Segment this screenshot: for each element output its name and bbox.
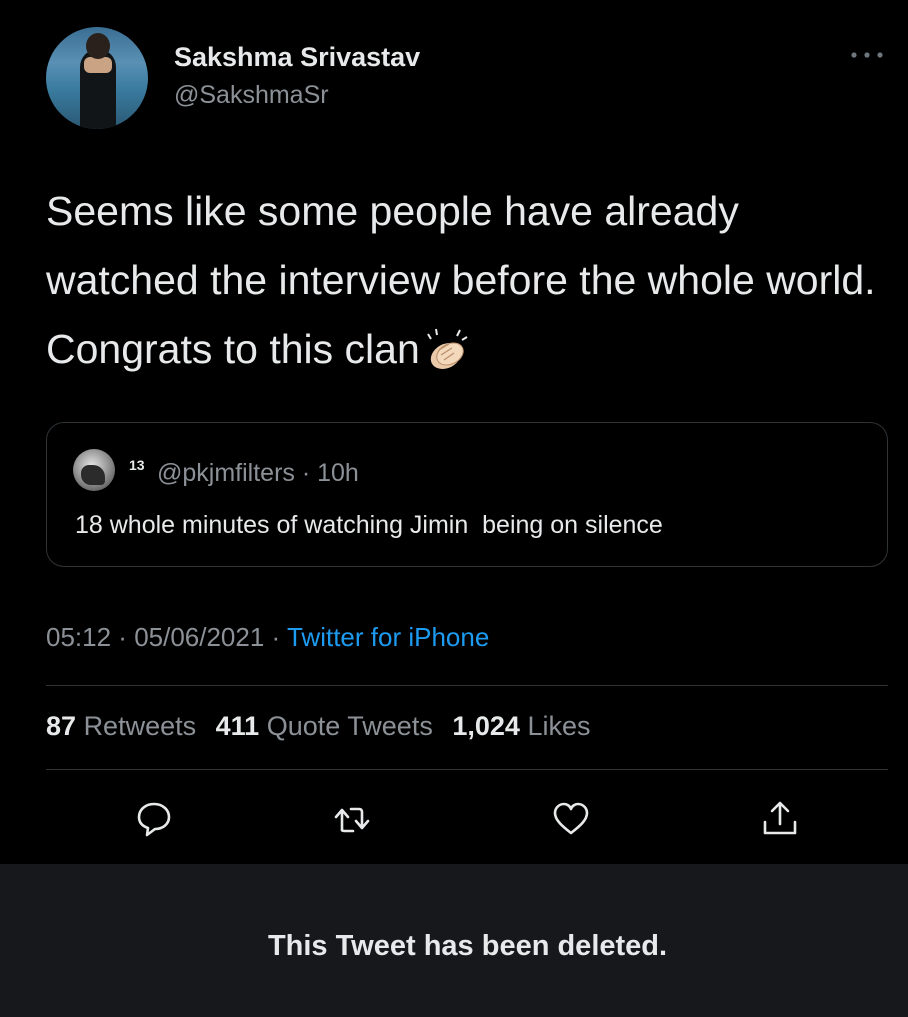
quoted-tweet-handle: @pkjmfilters · 10h (157, 459, 359, 487)
tweet-stats: 87 Retweets 411 Quote Tweets 1,024 Likes (46, 711, 590, 742)
divider (46, 685, 888, 686)
retweets-label: Retweets (83, 711, 197, 741)
tweet-source-link[interactable]: Twitter for iPhone (287, 622, 489, 652)
quoted-tweet[interactable]: 13 @pkjmfilters · 10h 18 whole minutes o… (46, 422, 888, 567)
quoted-tweet-name: 13 (129, 457, 145, 473)
share-icon[interactable] (759, 798, 801, 840)
tweet-text: Seems like some people have already watc… (46, 177, 876, 384)
author-avatar[interactable] (46, 27, 148, 129)
clapping-hands-icon (426, 328, 468, 369)
author-handle[interactable]: @SakshmaSr (174, 81, 329, 110)
divider (46, 769, 888, 770)
avatar-skin (84, 57, 112, 73)
meta-separator: · (264, 622, 287, 652)
retweets-stat[interactable]: 87 Retweets (46, 711, 196, 741)
tweet-meta: 05:12 · 05/06/2021 · Twitter for iPhone (46, 622, 489, 653)
quote-tweets-label: Quote Tweets (266, 711, 433, 741)
heart-icon[interactable] (550, 798, 592, 840)
quote-tweets-stat[interactable]: 411 Quote Tweets (216, 711, 433, 741)
ellipsis-icon[interactable] (849, 50, 885, 60)
avatar-head (86, 33, 110, 59)
quoted-tweet-avatar[interactable] (73, 449, 115, 491)
quoted-tweet-text: 18 whole minutes of watching Jimin being… (75, 511, 663, 539)
likes-count: 1,024 (452, 711, 520, 741)
likes-label: Likes (527, 711, 591, 741)
author-display-name[interactable]: Sakshma Srivastav (174, 42, 420, 73)
quoted-avatar-shade (81, 465, 105, 485)
deleted-tweet-text: This Tweet has been deleted. (267, 930, 668, 962)
quote-tweets-count: 411 (215, 711, 260, 741)
tweet-time: 05:12 (46, 622, 112, 652)
meta-separator: · (111, 622, 135, 652)
retweet-icon[interactable] (331, 798, 373, 840)
reply-icon[interactable] (133, 798, 175, 840)
likes-stat[interactable]: 1,024 Likes (452, 711, 590, 741)
retweets-count: 87 (46, 711, 77, 741)
tweet-card: Sakshma Srivastav @SakshmaSr Seems like … (0, 0, 908, 864)
tweet-date: 05/06/2021 (134, 622, 265, 652)
